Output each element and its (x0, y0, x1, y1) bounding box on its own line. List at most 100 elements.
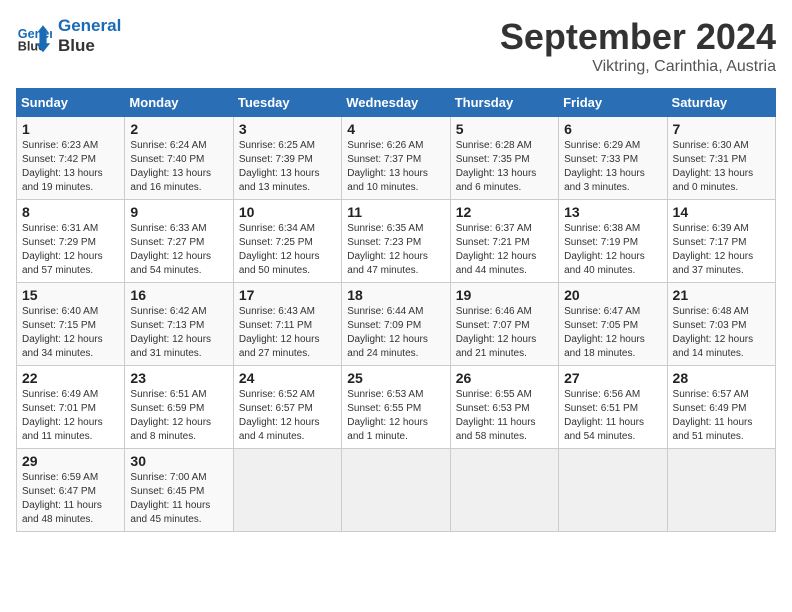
calendar-cell: 2 Sunrise: 6:24 AM Sunset: 7:40 PM Daylig… (125, 117, 233, 200)
day-detail: Sunrise: 6:40 AM Sunset: 7:15 PM Dayligh… (22, 305, 119, 361)
weekday-header-sunday: Sunday (17, 89, 125, 117)
day-detail: Sunrise: 6:35 AM Sunset: 7:23 PM Dayligh… (347, 222, 444, 278)
day-detail: Sunrise: 6:28 AM Sunset: 7:35 PM Dayligh… (456, 139, 553, 195)
title-block: September 2024 Viktring, Carinthia, Aust… (500, 16, 776, 76)
day-detail: Sunrise: 6:30 AM Sunset: 7:31 PM Dayligh… (673, 139, 770, 195)
day-number: 13 (564, 204, 661, 220)
calendar-cell: 13 Sunrise: 6:38 AM Sunset: 7:19 PM Dayli… (559, 200, 667, 283)
calendar-cell: 18 Sunrise: 6:44 AM Sunset: 7:09 PM Dayli… (342, 283, 450, 366)
day-number: 24 (239, 370, 336, 386)
calendar-cell: 14Sunrise: 6:39 AM Sunset: 7:17 PM Dayli… (667, 200, 775, 283)
calendar-cell: 11 Sunrise: 6:35 AM Sunset: 7:23 PM Dayli… (342, 200, 450, 283)
day-number: 8 (22, 204, 119, 220)
calendar-cell: 30 Sunrise: 7:00 AM Sunset: 6:45 PM Dayli… (125, 449, 233, 532)
calendar-cell: 4 Sunrise: 6:26 AM Sunset: 7:37 PM Daylig… (342, 117, 450, 200)
day-number: 18 (347, 287, 444, 303)
day-detail: Sunrise: 6:55 AM Sunset: 6:53 PM Dayligh… (456, 388, 553, 444)
day-number: 10 (239, 204, 336, 220)
calendar-cell: 20 Sunrise: 6:47 AM Sunset: 7:05 PM Dayli… (559, 283, 667, 366)
day-detail: Sunrise: 6:37 AM Sunset: 7:21 PM Dayligh… (456, 222, 553, 278)
weekday-header-row: SundayMondayTuesdayWednesdayThursdayFrid… (17, 89, 776, 117)
calendar-cell: 27 Sunrise: 6:56 AM Sunset: 6:51 PM Dayli… (559, 366, 667, 449)
page-header: General Blue General Blue September 2024… (16, 16, 776, 76)
day-number: 29 (22, 453, 119, 469)
calendar-cell: 25 Sunrise: 6:53 AM Sunset: 6:55 PM Dayli… (342, 366, 450, 449)
calendar-cell: 22 Sunrise: 6:49 AM Sunset: 7:01 PM Dayli… (17, 366, 125, 449)
calendar-cell: 24 Sunrise: 6:52 AM Sunset: 6:57 PM Dayli… (233, 366, 341, 449)
day-number: 27 (564, 370, 661, 386)
calendar-cell: 7 Sunrise: 6:30 AM Sunset: 7:31 PM Daylig… (667, 117, 775, 200)
calendar-cell: 6 Sunrise: 6:29 AM Sunset: 7:33 PM Daylig… (559, 117, 667, 200)
calendar-cell: 16 Sunrise: 6:42 AM Sunset: 7:13 PM Dayli… (125, 283, 233, 366)
calendar-cell (559, 449, 667, 532)
weekday-header-monday: Monday (125, 89, 233, 117)
calendar-cell: 8 Sunrise: 6:31 AM Sunset: 7:29 PM Daylig… (17, 200, 125, 283)
day-detail: Sunrise: 6:56 AM Sunset: 6:51 PM Dayligh… (564, 388, 661, 444)
calendar-cell (233, 449, 341, 532)
day-number: 25 (347, 370, 444, 386)
calendar-cell: 10 Sunrise: 6:34 AM Sunset: 7:25 PM Dayli… (233, 200, 341, 283)
week-row-4: 22 Sunrise: 6:49 AM Sunset: 7:01 PM Dayli… (17, 366, 776, 449)
day-detail: Sunrise: 6:46 AM Sunset: 7:07 PM Dayligh… (456, 305, 553, 361)
day-detail: Sunrise: 6:31 AM Sunset: 7:29 PM Dayligh… (22, 222, 119, 278)
day-number: 2 (130, 121, 227, 137)
day-number: 19 (456, 287, 553, 303)
day-detail: Sunrise: 6:38 AM Sunset: 7:19 PM Dayligh… (564, 222, 661, 278)
calendar-cell: 17 Sunrise: 6:43 AM Sunset: 7:11 PM Dayli… (233, 283, 341, 366)
logo-text-general: General (58, 16, 121, 36)
day-detail: Sunrise: 6:51 AM Sunset: 6:59 PM Dayligh… (130, 388, 227, 444)
logo-text-blue: Blue (58, 36, 121, 56)
day-number: 21 (673, 287, 770, 303)
week-row-5: 29 Sunrise: 6:59 AM Sunset: 6:47 PM Dayli… (17, 449, 776, 532)
calendar-cell: 9Sunrise: 6:33 AM Sunset: 7:27 PM Daylig… (125, 200, 233, 283)
day-detail: Sunrise: 6:47 AM Sunset: 7:05 PM Dayligh… (564, 305, 661, 361)
week-row-1: 1Sunrise: 6:23 AM Sunset: 7:42 PM Daylig… (17, 117, 776, 200)
day-detail: Sunrise: 6:44 AM Sunset: 7:09 PM Dayligh… (347, 305, 444, 361)
day-number: 4 (347, 121, 444, 137)
day-number: 7 (673, 121, 770, 137)
weekday-header-thursday: Thursday (450, 89, 558, 117)
day-number: 6 (564, 121, 661, 137)
day-detail: Sunrise: 6:39 AM Sunset: 7:17 PM Dayligh… (673, 222, 770, 278)
day-detail: Sunrise: 6:48 AM Sunset: 7:03 PM Dayligh… (673, 305, 770, 361)
day-number: 17 (239, 287, 336, 303)
calendar-cell: 3 Sunrise: 6:25 AM Sunset: 7:39 PM Daylig… (233, 117, 341, 200)
day-detail: Sunrise: 6:24 AM Sunset: 7:40 PM Dayligh… (130, 139, 227, 195)
day-detail: Sunrise: 6:53 AM Sunset: 6:55 PM Dayligh… (347, 388, 444, 444)
day-number: 1 (22, 121, 119, 137)
calendar-cell: 21 Sunrise: 6:48 AM Sunset: 7:03 PM Dayli… (667, 283, 775, 366)
month-title: September 2024 (500, 16, 776, 58)
day-number: 28 (673, 370, 770, 386)
day-number: 15 (22, 287, 119, 303)
calendar-cell: 15 Sunrise: 6:40 AM Sunset: 7:15 PM Dayli… (17, 283, 125, 366)
location-subtitle: Viktring, Carinthia, Austria (500, 58, 776, 76)
day-number: 30 (130, 453, 227, 469)
day-number: 23 (130, 370, 227, 386)
calendar-cell: 1Sunrise: 6:23 AM Sunset: 7:42 PM Daylig… (17, 117, 125, 200)
day-detail: Sunrise: 6:26 AM Sunset: 7:37 PM Dayligh… (347, 139, 444, 195)
day-detail: Sunrise: 7:00 AM Sunset: 6:45 PM Dayligh… (130, 471, 227, 527)
calendar-cell: 26Sunrise: 6:55 AM Sunset: 6:53 PM Dayli… (450, 366, 558, 449)
calendar-cell: 29 Sunrise: 6:59 AM Sunset: 6:47 PM Dayli… (17, 449, 125, 532)
day-detail: Sunrise: 6:43 AM Sunset: 7:11 PM Dayligh… (239, 305, 336, 361)
week-row-2: 8 Sunrise: 6:31 AM Sunset: 7:29 PM Daylig… (17, 200, 776, 283)
day-detail: Sunrise: 6:42 AM Sunset: 7:13 PM Dayligh… (130, 305, 227, 361)
calendar-cell (342, 449, 450, 532)
day-number: 11 (347, 204, 444, 220)
day-number: 20 (564, 287, 661, 303)
day-detail: Sunrise: 6:49 AM Sunset: 7:01 PM Dayligh… (22, 388, 119, 444)
day-detail: Sunrise: 6:59 AM Sunset: 6:47 PM Dayligh… (22, 471, 119, 527)
day-detail: Sunrise: 6:33 AM Sunset: 7:27 PM Dayligh… (130, 222, 227, 278)
day-detail: Sunrise: 6:34 AM Sunset: 7:25 PM Dayligh… (239, 222, 336, 278)
day-number: 22 (22, 370, 119, 386)
day-detail: Sunrise: 6:57 AM Sunset: 6:49 PM Dayligh… (673, 388, 770, 444)
calendar-cell: 23 Sunrise: 6:51 AM Sunset: 6:59 PM Dayli… (125, 366, 233, 449)
logo-icon: General Blue (16, 18, 52, 54)
day-detail: Sunrise: 6:52 AM Sunset: 6:57 PM Dayligh… (239, 388, 336, 444)
weekday-header-friday: Friday (559, 89, 667, 117)
day-detail: Sunrise: 6:25 AM Sunset: 7:39 PM Dayligh… (239, 139, 336, 195)
day-number: 16 (130, 287, 227, 303)
day-detail: Sunrise: 6:29 AM Sunset: 7:33 PM Dayligh… (564, 139, 661, 195)
day-number: 3 (239, 121, 336, 137)
weekday-header-saturday: Saturday (667, 89, 775, 117)
